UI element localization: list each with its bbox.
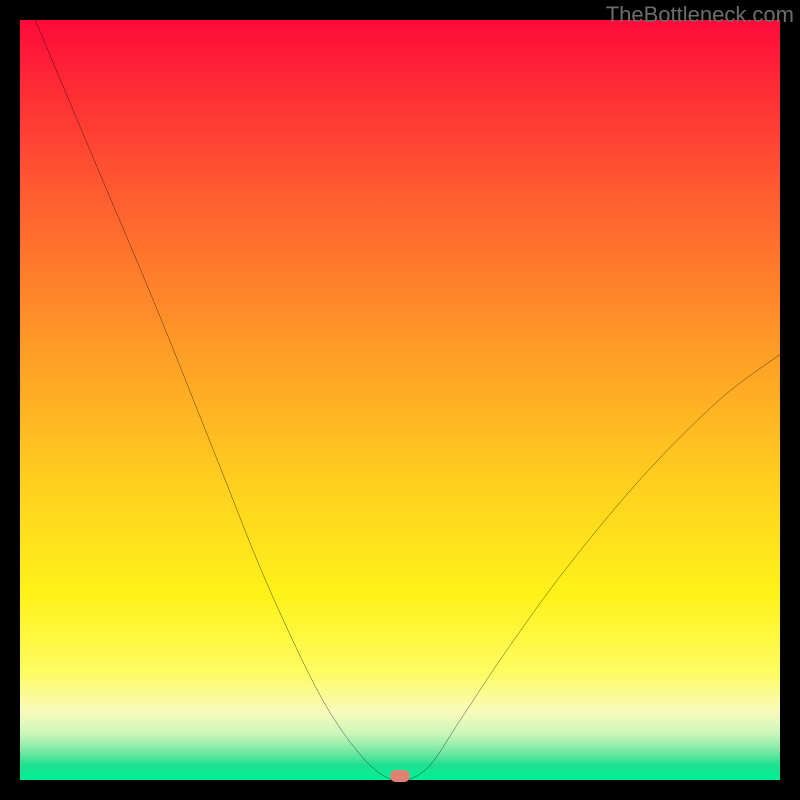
plot-area <box>20 20 780 780</box>
chart-container: TheBottleneck.com <box>0 0 800 800</box>
curve-path <box>35 20 780 780</box>
watermark-text: TheBottleneck.com <box>606 2 794 28</box>
bottleneck-curve <box>20 20 780 780</box>
optimum-marker <box>390 770 410 782</box>
